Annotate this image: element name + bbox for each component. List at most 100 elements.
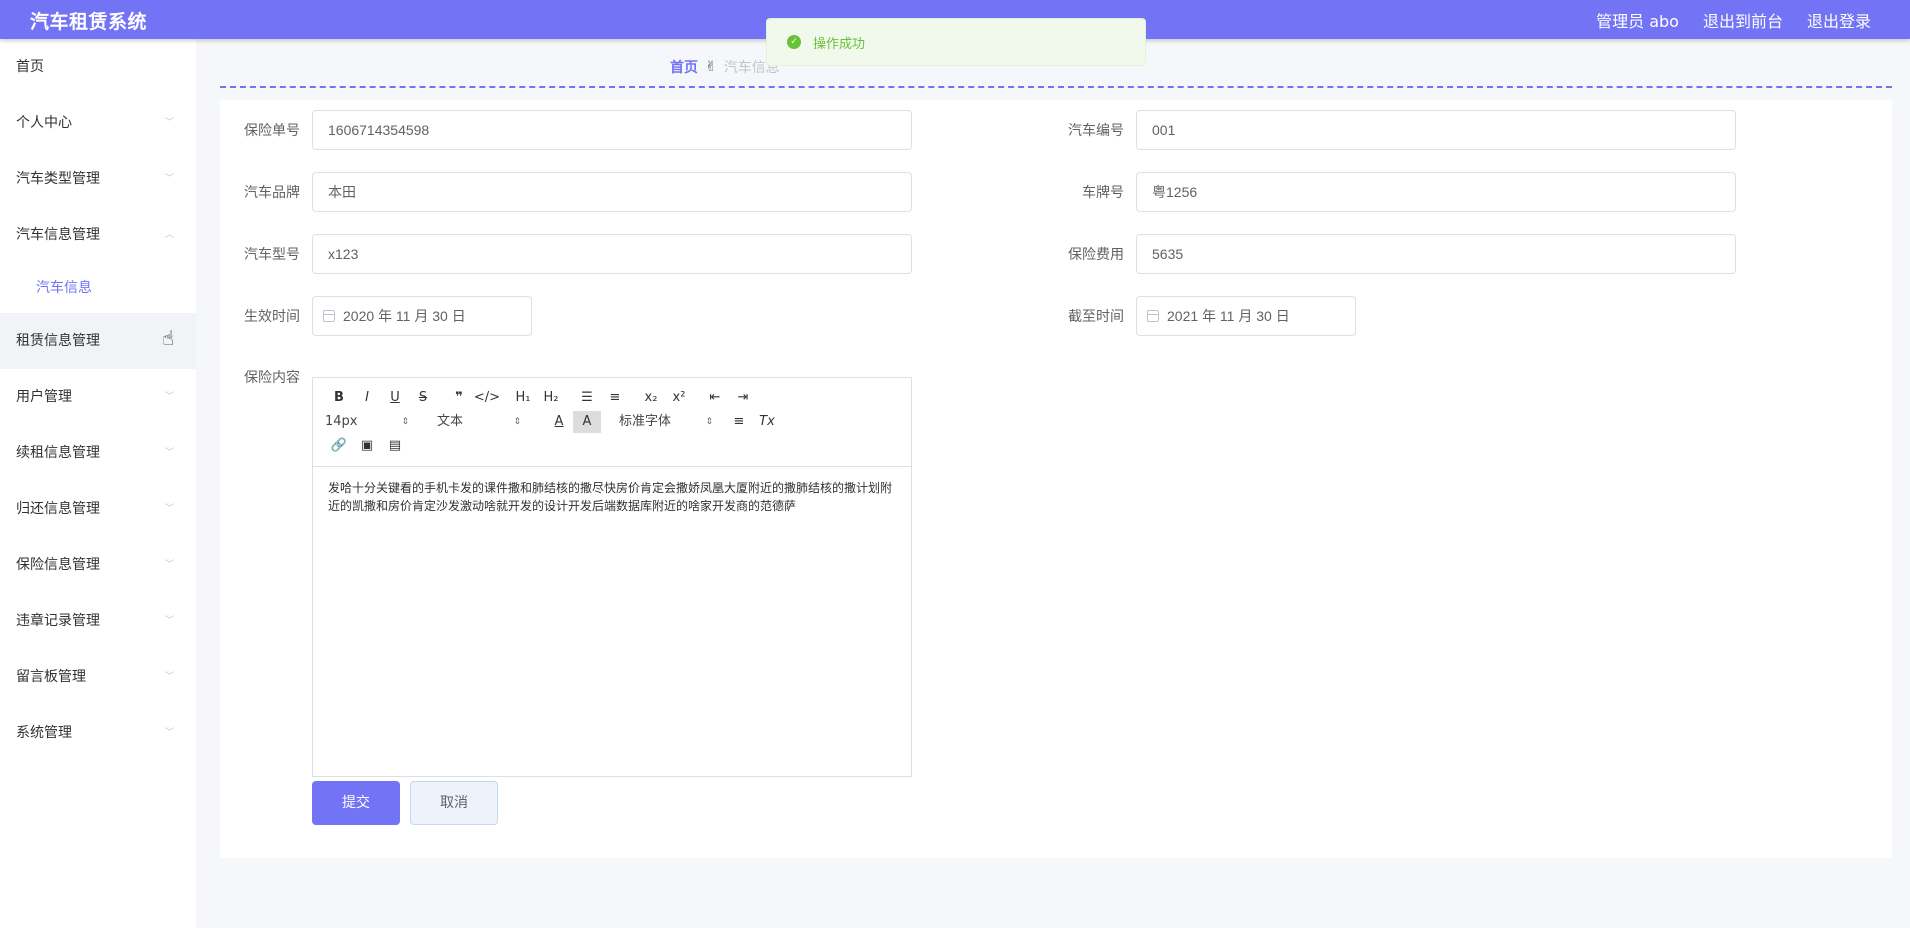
dashed-divider	[220, 86, 1892, 88]
sidebar-item-label: 汽车信息管理	[16, 227, 100, 243]
underline-icon[interactable]: U	[381, 387, 409, 409]
sidebar-item-label: 租赁信息管理	[16, 333, 100, 349]
end-date-label: 截至时间	[1068, 309, 1124, 325]
chevron-down-icon: ﹀	[164, 616, 174, 626]
sidebar-item-label: 留言板管理	[16, 669, 86, 685]
sidebar-item-violations[interactable]: 违章记录管理 ﹀	[0, 593, 196, 649]
header-2-icon[interactable]: H₂	[537, 387, 565, 409]
sidebar-item-label: 系统管理	[16, 725, 72, 741]
sidebar-item-label: 首页	[16, 59, 44, 75]
font-family-value: 标准字体	[619, 414, 672, 429]
clear-format-icon[interactable]: Tx	[753, 411, 781, 433]
model-label: 汽车型号	[244, 247, 300, 263]
font-family-select[interactable]: 标准字体 ⇕	[619, 411, 715, 433]
outdent-icon[interactable]: ⇤	[701, 387, 729, 409]
blockquote-icon[interactable]: ❞	[445, 387, 473, 409]
italic-icon[interactable]: I	[353, 387, 381, 409]
font-size-value: 14px	[325, 414, 358, 429]
subscript-icon[interactable]: x₂	[637, 387, 665, 409]
sidebar-subitem-car-info[interactable]: 汽车信息	[0, 263, 196, 313]
model-input[interactable]: x123	[312, 234, 912, 274]
sidebar-item-car-info-management[interactable]: 汽车信息管理 ︿	[0, 207, 196, 263]
chevron-down-icon: ﹀	[164, 448, 174, 458]
sidebar-item-label: 违章记录管理	[16, 613, 100, 629]
chevron-up-icon: ︿	[164, 230, 174, 240]
chevron-down-icon: ﹀	[164, 392, 174, 402]
sidebar-item-car-type[interactable]: 汽车类型管理 ﹀	[0, 151, 196, 207]
sidebar-item-users[interactable]: 用户管理 ﹀	[0, 369, 196, 425]
code-block-icon[interactable]: </>	[473, 387, 501, 409]
select-arrows-icon: ⇕	[513, 417, 521, 427]
fee-input[interactable]: 5635	[1136, 234, 1736, 274]
sidebar-item-home[interactable]: 首页	[0, 39, 196, 95]
sidebar-item-return[interactable]: 归还信息管理 ﹀	[0, 481, 196, 537]
sidebar-item-renewal[interactable]: 续租信息管理 ﹀	[0, 425, 196, 481]
chevron-down-icon: ﹀	[164, 118, 174, 128]
chevron-down-icon: ﹀	[164, 174, 174, 184]
bullet-list-icon[interactable]: ≡	[601, 387, 629, 409]
strike-icon[interactable]: S	[409, 387, 437, 409]
sidebar-item-system[interactable]: 系统管理 ﹀	[0, 705, 196, 761]
sidebar-item-label: 归还信息管理	[16, 501, 100, 517]
sidebar-item-label: 个人中心	[16, 115, 72, 131]
car-no-label: 汽车编号	[1068, 123, 1124, 139]
chevron-down-icon: ﹀	[164, 560, 174, 570]
font-color-icon[interactable]: A	[545, 411, 573, 433]
block-type-select[interactable]: 文本 ⇕	[437, 411, 523, 433]
editor-content[interactable]: 发哈十分关键看的手机卡发的课件撒和肺结核的撒尽快房价肯定会撒娇凤凰大厦附近的撒肺…	[313, 467, 911, 527]
end-date-value: 2021 年 11 月 30 日	[1167, 308, 1290, 324]
plate-label: 车牌号	[1082, 185, 1124, 201]
insurance-no-label: 保险单号	[244, 123, 300, 139]
breadcrumb-home[interactable]: 首页	[670, 57, 698, 77]
ordered-list-icon[interactable]: ☰	[573, 387, 601, 409]
select-arrows-icon: ⇕	[401, 417, 409, 427]
block-type-value: 文本	[437, 414, 464, 429]
submit-button[interactable]: 提交	[312, 781, 400, 825]
sidebar-item-insurance[interactable]: 保险信息管理 ﹀	[0, 537, 196, 593]
sidebar-item-personal-center[interactable]: 个人中心 ﹀	[0, 95, 196, 151]
insurance-no-input[interactable]: 1606714354598	[312, 110, 912, 150]
check-circle-icon: ✓	[787, 35, 801, 49]
admin-label: 管理员 abo	[1596, 12, 1679, 31]
chevron-down-icon: ﹀	[164, 728, 174, 738]
plate-input[interactable]: 粤1256	[1136, 172, 1736, 212]
calendar-icon	[1147, 310, 1159, 322]
background-color-icon[interactable]: A	[573, 411, 601, 433]
chevron-down-icon: ﹀	[164, 504, 174, 514]
rich-text-editor: B I U S ❞ </> H₁ H₂ ☰ ≡ x₂ x² ⇤ ⇥ 14px ⇕ …	[312, 377, 912, 777]
start-date-value: 2020 年 11 月 30 日	[343, 308, 466, 324]
brand-input[interactable]: 本田	[312, 172, 912, 212]
align-icon[interactable]: ≡	[725, 411, 753, 433]
indent-icon[interactable]: ⇥	[729, 387, 757, 409]
chevron-down-icon: ﹀	[164, 672, 174, 682]
header-1-icon[interactable]: H₁	[509, 387, 537, 409]
sidebar: 首页 个人中心 ﹀ 汽车类型管理 ﹀ 汽车信息管理 ︿ 汽车信息 租赁信息管理 ﹀ 用户…	[0, 39, 196, 928]
calendar-icon	[323, 310, 335, 322]
link-icon[interactable]: 🔗	[325, 435, 353, 457]
success-toast: ✓ 操作成功	[766, 18, 1146, 66]
fee-label: 保险费用	[1068, 247, 1124, 263]
cancel-button[interactable]: 取消	[410, 781, 498, 825]
superscript-icon[interactable]: x²	[665, 387, 693, 409]
start-date-label: 生效时间	[244, 309, 300, 325]
video-icon[interactable]: ▤	[381, 435, 409, 457]
start-date-picker[interactable]: 2020 年 11 月 30 日	[312, 296, 532, 336]
bold-icon[interactable]: B	[325, 387, 353, 409]
app-title: 汽车租赁系统	[30, 11, 148, 33]
image-icon[interactable]: ▣	[353, 435, 381, 457]
logout-link[interactable]: 退出登录	[1807, 8, 1871, 32]
sidebar-item-message-board[interactable]: 留言板管理 ﹀	[0, 649, 196, 705]
content-label: 保险内容	[244, 370, 300, 386]
font-size-select[interactable]: 14px ⇕	[325, 411, 411, 433]
breadcrumb: 首页 ✌ 汽车信息	[670, 57, 780, 77]
editor-toolbar: B I U S ❞ </> H₁ H₂ ☰ ≡ x₂ x² ⇤ ⇥ 14px ⇕ …	[313, 378, 911, 467]
car-no-input[interactable]: 001	[1136, 110, 1736, 150]
toast-message: 操作成功	[813, 36, 866, 52]
hand-icon: ✌	[705, 59, 717, 75]
sidebar-item-label: 保险信息管理	[16, 557, 100, 573]
pointer-cursor-icon: ☝	[162, 326, 175, 350]
end-date-picker[interactable]: 2021 年 11 月 30 日	[1136, 296, 1356, 336]
sidebar-item-label: 汽车类型管理	[16, 171, 100, 187]
to-frontend-link[interactable]: 退出到前台	[1703, 8, 1783, 32]
sidebar-item-label: 用户管理	[16, 389, 72, 405]
